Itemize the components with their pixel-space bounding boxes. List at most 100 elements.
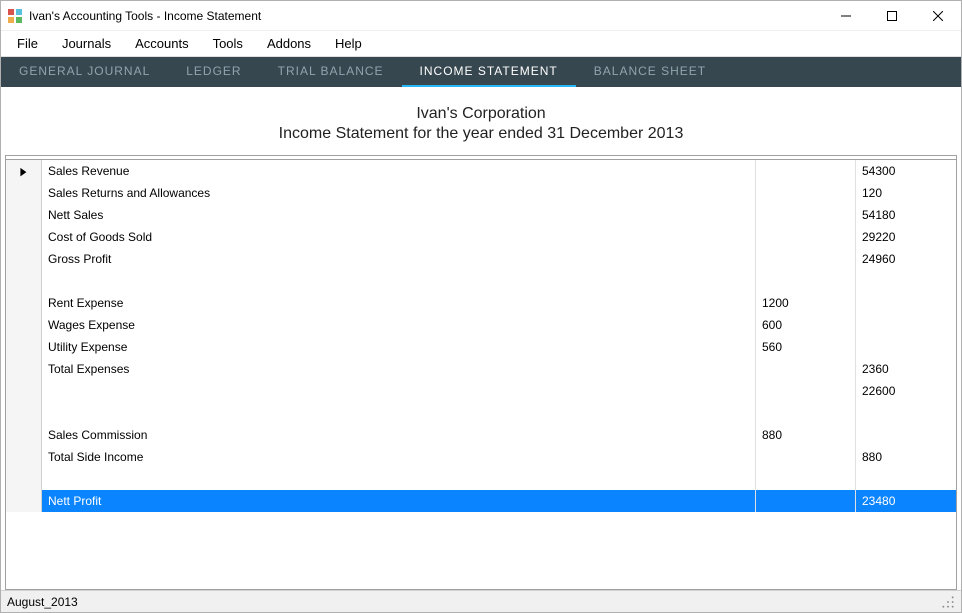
table-row[interactable]: Total Side Income 880 <box>6 446 956 468</box>
cell-amount-2[interactable]: 23480 <box>856 490 956 512</box>
resize-grip-icon[interactable] <box>941 595 955 609</box>
minimize-button[interactable] <box>823 1 869 31</box>
table-row[interactable]: Rent Expense1200 <box>6 292 956 314</box>
row-header[interactable] <box>6 468 42 490</box>
table-row[interactable]: Sales Commission880 <box>6 424 956 446</box>
row-header[interactable] <box>6 204 42 226</box>
title-bar: Ivan's Accounting Tools - Income Stateme… <box>1 1 961 31</box>
cell-amount-2[interactable]: 29220 <box>856 226 956 248</box>
row-header[interactable] <box>6 424 42 446</box>
tab-ledger[interactable]: LEDGER <box>168 57 259 87</box>
cell-amount-1[interactable] <box>756 204 856 226</box>
tab-trial-balance[interactable]: TRIAL BALANCE <box>260 57 402 87</box>
data-grid[interactable]: Sales Revenue54300Sales Returns and Allo… <box>5 155 957 590</box>
cell-amount-1[interactable]: 1200 <box>756 292 856 314</box>
cell-amount-2[interactable]: 54180 <box>856 204 956 226</box>
row-header[interactable] <box>6 446 42 468</box>
cell-amount-1[interactable] <box>756 248 856 270</box>
menu-help[interactable]: Help <box>323 32 374 55</box>
cell-amount-1[interactable] <box>756 402 856 424</box>
cell-description[interactable]: Total Expenses <box>42 358 756 380</box>
table-row[interactable]: Nett Sales 54180 <box>6 204 956 226</box>
row-header[interactable] <box>6 402 42 424</box>
cell-amount-2[interactable] <box>856 402 956 424</box>
table-row[interactable]: Sales Returns and Allowances 120 <box>6 182 956 204</box>
window-title: Ivan's Accounting Tools - Income Stateme… <box>29 9 823 23</box>
cell-amount-2[interactable] <box>856 336 956 358</box>
row-header[interactable] <box>6 182 42 204</box>
cell-amount-2[interactable]: 24960 <box>856 248 956 270</box>
table-row[interactable]: Total Expenses 2360 <box>6 358 956 380</box>
cell-description[interactable] <box>42 468 756 490</box>
cell-amount-1[interactable] <box>756 226 856 248</box>
row-header[interactable] <box>6 314 42 336</box>
table-row[interactable]: 22600 <box>6 380 956 402</box>
row-header[interactable] <box>6 160 42 182</box>
cell-description[interactable]: Gross Profit <box>42 248 756 270</box>
table-row[interactable]: Utility Expense560 <box>6 336 956 358</box>
close-button[interactable] <box>915 1 961 31</box>
table-row[interactable] <box>6 402 956 424</box>
cell-description[interactable]: Sales Revenue <box>42 160 756 182</box>
menu-accounts[interactable]: Accounts <box>123 32 200 55</box>
row-header[interactable] <box>6 490 42 512</box>
cell-description[interactable]: Sales Returns and Allowances <box>42 182 756 204</box>
cell-amount-2[interactable] <box>856 468 956 490</box>
cell-amount-2[interactable] <box>856 270 956 292</box>
cell-amount-2[interactable] <box>856 292 956 314</box>
cell-description[interactable]: Cost of Goods Sold <box>42 226 756 248</box>
cell-amount-2[interactable] <box>856 314 956 336</box>
tab-income-statement[interactable]: INCOME STATEMENT <box>402 57 576 87</box>
cell-description[interactable]: Sales Commission <box>42 424 756 446</box>
cell-amount-1[interactable]: 880 <box>756 424 856 446</box>
cell-amount-1[interactable]: 560 <box>756 336 856 358</box>
tab-general-journal[interactable]: GENERAL JOURNAL <box>1 57 168 87</box>
cell-amount-1[interactable] <box>756 446 856 468</box>
cell-amount-1[interactable] <box>756 160 856 182</box>
cell-description[interactable]: Utility Expense <box>42 336 756 358</box>
row-header[interactable] <box>6 358 42 380</box>
row-header[interactable] <box>6 226 42 248</box>
maximize-button[interactable] <box>869 1 915 31</box>
cell-amount-1[interactable]: 600 <box>756 314 856 336</box>
cell-description[interactable] <box>42 270 756 292</box>
cell-description[interactable] <box>42 380 756 402</box>
cell-amount-1[interactable] <box>756 358 856 380</box>
row-header[interactable] <box>6 292 42 314</box>
cell-description[interactable]: Total Side Income <box>42 446 756 468</box>
table-row[interactable] <box>6 270 956 292</box>
cell-amount-2[interactable]: 54300 <box>856 160 956 182</box>
grid-body: Sales Revenue54300Sales Returns and Allo… <box>6 160 956 589</box>
menu-file[interactable]: File <box>5 32 50 55</box>
cell-amount-2[interactable]: 120 <box>856 182 956 204</box>
row-header[interactable] <box>6 336 42 358</box>
grid-wrapper: Sales Revenue54300Sales Returns and Allo… <box>1 155 961 590</box>
cell-amount-1[interactable] <box>756 182 856 204</box>
cell-amount-2[interactable]: 2360 <box>856 358 956 380</box>
table-row[interactable]: Nett Profit 23480 <box>6 490 956 512</box>
cell-amount-1[interactable] <box>756 270 856 292</box>
cell-description[interactable] <box>42 402 756 424</box>
cell-amount-1[interactable] <box>756 468 856 490</box>
cell-description[interactable]: Rent Expense <box>42 292 756 314</box>
cell-amount-2[interactable]: 880 <box>856 446 956 468</box>
cell-description[interactable]: Wages Expense <box>42 314 756 336</box>
table-row[interactable]: Wages Expense600 <box>6 314 956 336</box>
table-row[interactable] <box>6 468 956 490</box>
menu-tools[interactable]: Tools <box>201 32 255 55</box>
table-row[interactable]: Gross Profit 24960 <box>6 248 956 270</box>
tab-balance-sheet[interactable]: BALANCE SHEET <box>576 57 724 87</box>
menu-addons[interactable]: Addons <box>255 32 323 55</box>
table-row[interactable]: Sales Revenue 54300 <box>6 160 956 182</box>
table-row[interactable]: Cost of Goods Sold 29220 <box>6 226 956 248</box>
cell-amount-2[interactable] <box>856 424 956 446</box>
cell-description[interactable]: Nett Sales <box>42 204 756 226</box>
cell-description[interactable]: Nett Profit <box>42 490 756 512</box>
row-header[interactable] <box>6 270 42 292</box>
row-header[interactable] <box>6 380 42 402</box>
menu-journals[interactable]: Journals <box>50 32 123 55</box>
cell-amount-1[interactable] <box>756 490 856 512</box>
cell-amount-1[interactable] <box>756 380 856 402</box>
row-header[interactable] <box>6 248 42 270</box>
cell-amount-2[interactable]: 22600 <box>856 380 956 402</box>
